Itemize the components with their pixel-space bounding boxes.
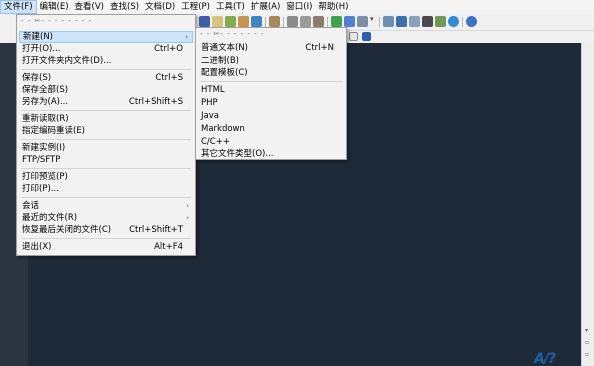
dropdown-arrow-icon[interactable]: ▾ (370, 15, 374, 23)
scroll-down-icon[interactable]: ▾ (585, 327, 588, 334)
secondary-toolbar (346, 31, 594, 43)
menu-item-ftp[interactable]: FTP/SFTP (19, 154, 193, 166)
file-menu: - - ✂- - - - - - - - 新建(N) › 打开(O)... Ctrl… (16, 14, 196, 256)
menu-item-html[interactable]: HTML (198, 84, 344, 96)
menu-item-reload-encoding[interactable]: 指定编码重读(E) (19, 125, 193, 137)
submenu-arrow-icon: › (186, 214, 189, 222)
menu-extensions[interactable]: 扩展(A) (248, 0, 283, 14)
edit-icon[interactable] (212, 16, 223, 27)
menu-item-binary[interactable]: 二进制(B) (198, 55, 344, 67)
tearoff-bar[interactable]: - - ✂- - - - - - - (200, 30, 264, 38)
menu-item-reload[interactable]: 重新读取(R) (19, 113, 193, 125)
menu-item-exit[interactable]: 退出(X) Alt+F4 (19, 241, 193, 253)
menu-item-config-template[interactable]: 配置模板(C) (198, 67, 344, 79)
tool-icon[interactable] (287, 16, 298, 27)
menu-item-new-instance[interactable]: 新建实例(I) (19, 142, 193, 154)
menu-item-session[interactable]: 会话 › (19, 200, 193, 212)
panel2-icon[interactable] (396, 16, 407, 27)
menu-item-markdown[interactable]: Markdown (198, 123, 344, 135)
browser-icon[interactable] (448, 16, 459, 27)
menu-view[interactable]: 查看(V) (72, 0, 107, 14)
tool2-icon[interactable] (300, 16, 311, 27)
scroll-split-icon[interactable]: ▫ (585, 351, 589, 358)
menu-window[interactable]: 窗口(I) (283, 0, 315, 14)
watermark-logo: A/? (534, 351, 556, 366)
menu-item-java[interactable]: Java (198, 110, 344, 122)
copy-icon[interactable] (238, 16, 249, 27)
menu-item-save-as[interactable]: 另存为(A)... Ctrl+Shift+S (19, 96, 193, 108)
share-icon[interactable] (251, 16, 262, 27)
window-icon[interactable] (362, 32, 371, 41)
scroll-mark-icon[interactable]: ▫ (585, 339, 589, 346)
menu-item-print[interactable]: 打印(P)... (19, 183, 193, 195)
tool3-icon[interactable] (313, 16, 324, 27)
menu-item-open[interactable]: 打开(O)... Ctrl+O (19, 43, 193, 55)
menu-item-restore-closed[interactable]: 恢复最后关闭的文件(C) Ctrl+Shift+T (19, 224, 193, 236)
menu-item-cpp[interactable]: C/C++ (198, 136, 344, 148)
menu-help[interactable]: 帮助(H) (315, 0, 351, 14)
cut-icon[interactable] (225, 16, 236, 27)
panel-icon[interactable] (383, 16, 394, 27)
vertical-scrollbar[interactable]: ▾ ▫ ▫ (581, 43, 594, 366)
green-icon[interactable] (331, 16, 342, 27)
menu-project[interactable]: 工程(P) (178, 0, 213, 14)
menu-item-plain-text[interactable]: 普通文本(N) Ctrl+N (198, 42, 344, 54)
menu-search[interactable]: 查找(S) (107, 0, 142, 14)
menu-bar: 文件(F) 编辑(E) 查看(V) 查找(S) 文档(D) 工程(P) 工具(T… (0, 0, 594, 14)
menu-file[interactable]: 文件(F) (0, 0, 37, 14)
new-doc-icon[interactable] (349, 32, 358, 41)
submenu-arrow-icon: › (185, 33, 188, 41)
menu-item-php[interactable]: PHP (198, 97, 344, 109)
monitor-icon[interactable] (422, 16, 433, 27)
find-icon[interactable] (199, 16, 210, 27)
menu-item-print-preview[interactable]: 打印预览(P) (19, 171, 193, 183)
menu-document[interactable]: 文档(D) (142, 0, 178, 14)
menu-item-open-folder[interactable]: 打开文件夹内文件(D)... (19, 55, 193, 67)
menu-item-save-all[interactable]: 保存全部(S) (19, 84, 193, 96)
menu-item-new[interactable]: 新建(N) › (19, 31, 193, 43)
tearoff-bar[interactable]: - - ✂- - - - - - - - (21, 17, 92, 25)
menu-item-other-types[interactable]: 其它文件类型(O)... (198, 148, 344, 160)
submenu-arrow-icon: › (186, 202, 189, 210)
table-icon[interactable] (435, 16, 446, 27)
new-submenu: - - ✂- - - - - - - 普通文本(N) Ctrl+N 二进制(B) … (195, 27, 347, 160)
menu-item-recent-files[interactable]: 最近的文件(R) › (19, 212, 193, 224)
menu-edit[interactable]: 编辑(E) (37, 0, 72, 14)
blue-icon[interactable] (344, 16, 355, 27)
wrench-icon[interactable] (357, 16, 368, 27)
help-icon[interactable] (466, 16, 477, 27)
menu-tools[interactable]: 工具(T) (213, 0, 248, 14)
menu-item-save[interactable]: 保存(S) Ctrl+S (19, 72, 193, 84)
panel3-icon[interactable] (409, 16, 420, 27)
bars-icon[interactable] (269, 16, 280, 27)
